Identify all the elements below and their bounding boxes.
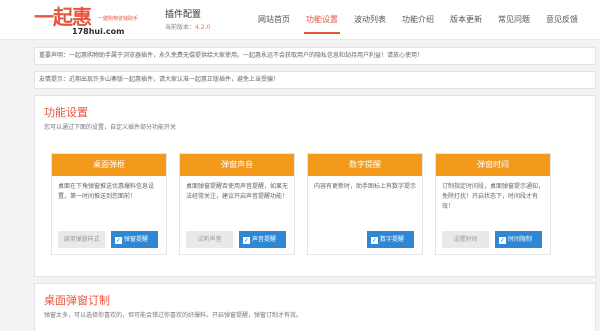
plugin-title: 插件配置: [165, 10, 202, 20]
card-description: 桌面在下角弹窗推送优惠爆料信息设置，第一时间推送到您面前！: [58, 183, 155, 200]
tip-notice: 友情提示：近期出现许多山寨版一起惠插件，请大家认准一起惠正版插件，避免上当受骗！: [34, 71, 596, 89]
card-title: 弹窗时间: [436, 154, 550, 176]
main-nav: 网站首页 功能设置 波动列表 功能介绍 版本更新 常见问题 意见反馈: [250, 0, 586, 40]
nav-features[interactable]: 功能介绍: [394, 0, 442, 40]
preview-sound-button[interactable]: 试听声音: [186, 231, 233, 248]
nav-settings[interactable]: 功能设置: [298, 0, 346, 40]
card-description: 桌面弹窗提醒否使用声音提醒，如果无法经常关注，建议开启声音提醒功能！: [186, 183, 289, 200]
card-title: 数字提醒: [308, 154, 422, 176]
time-limit-toggle-button[interactable]: ✓ 时间限制: [495, 231, 542, 248]
time-limit-toggle-label: 时间限制: [508, 236, 533, 243]
nav-faq[interactable]: 常见问题: [490, 0, 538, 40]
card-description: 订制指定时间段，桌面弹窗提示通知，免除打扰！开启状态下，时间段才有效！: [442, 183, 545, 210]
popup-style-button[interactable]: 调用弹窗样式: [58, 231, 105, 248]
settings-description: 您可以通过下面的设置，自定义插件部分功能开关: [44, 124, 177, 131]
settings-panel: 功能设置 您可以通过下面的设置，自定义插件部分功能开关 桌面弹框 桌面在下角弹窗…: [34, 95, 596, 277]
nav-fluctuation-list[interactable]: 波动列表: [346, 0, 394, 40]
nav-home[interactable]: 网站首页: [250, 0, 298, 40]
card-popup-time: 弹窗时间 订制指定时间段，桌面弹窗提示通知，免除打扰！开启状态下，时间段才有效！…: [435, 153, 551, 255]
version-label: 当前版本：: [165, 24, 196, 31]
check-icon: ✓: [371, 237, 378, 244]
subscription-title: 桌面弹窗订制: [44, 294, 110, 307]
logo-slogan: 一键购物省钱助手: [98, 16, 139, 22]
nav-feedback[interactable]: 意见反馈: [538, 0, 586, 40]
card-popup-sound: 弹窗声音 桌面弹窗提醒否使用声音提醒，如果无法经常关注，建议开启声音提醒功能！ …: [179, 153, 295, 255]
subscription-description: 弹窗太多，可以选择你喜欢的，但可能会错过你喜欢的好爆料。开启弹窗提醒，弹窗订制才…: [44, 312, 303, 319]
badge-toggle-label: 数字提醒: [380, 236, 405, 243]
sound-toggle-button[interactable]: ✓ 声音提醒: [239, 231, 286, 248]
check-icon: ✓: [115, 237, 122, 244]
version-number: 4.2.0: [195, 24, 211, 31]
check-icon: ✓: [243, 237, 250, 244]
set-time-button[interactable]: 设置时间: [442, 231, 489, 248]
popup-toggle-label: 弹窗提醒: [124, 236, 149, 243]
nav-updates[interactable]: 版本更新: [442, 0, 490, 40]
logo-url: 178hui.com: [72, 27, 125, 36]
subscription-panel: 桌面弹窗订制 弹窗太多，可以选择你喜欢的，但可能会错过你喜欢的好爆料。开启弹窗提…: [34, 283, 596, 331]
popup-toggle-button[interactable]: ✓ 弹窗提醒: [111, 231, 158, 248]
card-description: 内容有更新时，助手图标上有数字提示: [314, 183, 417, 190]
card-title: 弹窗声音: [180, 154, 294, 176]
plugin-version: 当前版本：4.2.0: [165, 22, 210, 31]
check-icon: ✓: [499, 237, 506, 244]
card-number-badge: 数字提醒 内容有更新时，助手图标上有数字提示 ✓ 数字提醒: [307, 153, 423, 255]
top-header: 一起惠 一键购物省钱助手 178hui.com 插件配置 当前版本：4.2.0 …: [0, 0, 600, 40]
sound-toggle-label: 声音提醒: [252, 236, 277, 243]
logo[interactable]: 一起惠 一键购物省钱助手 178hui.com: [34, 6, 158, 36]
statement-notice: 重要声明：一起惠购物助手属于浏览器插件，永久免费无偿提供给大家使用。一起惠永远不…: [34, 47, 596, 65]
logo-text: 一起惠: [34, 5, 92, 29]
card-desktop-popup: 桌面弹框 桌面在下角弹窗推送优惠爆料信息设置，第一时间推送到您面前！ 调用弹窗样…: [51, 153, 167, 255]
settings-title: 功能设置: [44, 106, 88, 119]
card-title: 桌面弹框: [52, 154, 166, 176]
badge-toggle-button[interactable]: ✓ 数字提醒: [367, 231, 414, 248]
